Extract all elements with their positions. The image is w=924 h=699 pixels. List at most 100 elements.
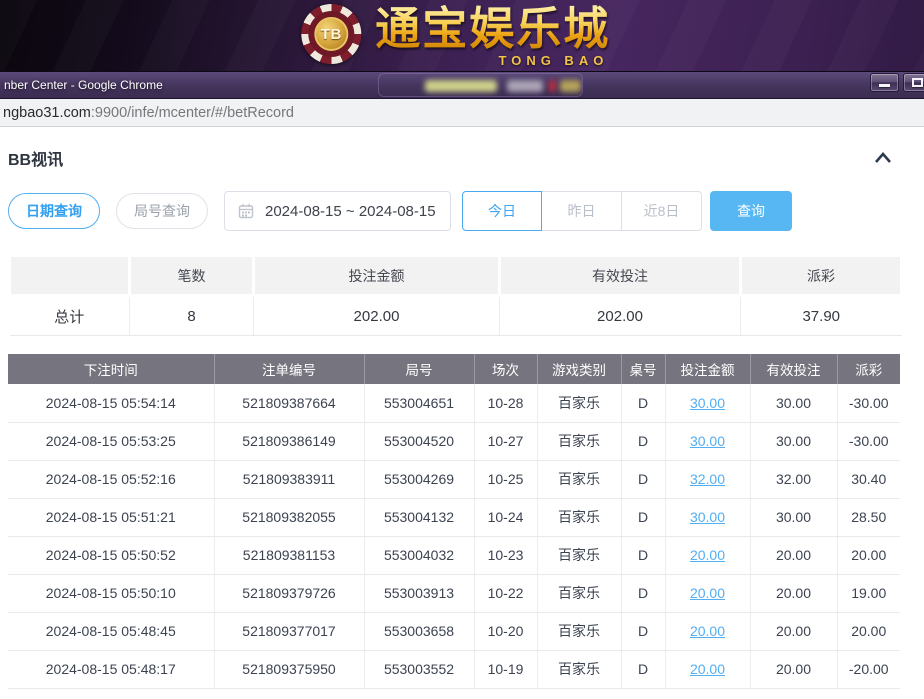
search-button[interactable]: 查询 [710,191,792,231]
bet-time-cell: 2024-08-15 05:53:25 [8,422,214,460]
game-type-cell: 百家乐 [537,612,621,650]
bet-record-table: 下注时间注单编号局号场次游戏类别桌号投注金额有效投注派彩 2024-08-15 … [8,354,900,689]
blurred-text-blob [507,80,543,92]
game-type-cell: 百家乐 [537,460,621,498]
column-header: 注单编号 [214,354,364,384]
bet-amount-link[interactable]: 30.00 [690,509,725,525]
bet-amount-link[interactable]: 30.00 [690,433,725,449]
tb-chip-icon: TB [301,4,361,64]
site-banner: TB 通宝娱乐城 TONG BAO [0,0,924,71]
bet-id-cell: 521809386149 [214,422,364,460]
summary-header-payout: 派彩 [741,256,902,296]
yesterday-button[interactable]: 昨日 [542,191,622,231]
bet-amount-cell: 20.00 [665,650,750,688]
session-cell: 10-28 [474,384,537,422]
game-type-cell: 百家乐 [537,422,621,460]
table-no-cell: D [621,574,665,612]
table-row: 2024-08-15 05:48:45521809377017553003658… [8,612,900,650]
bet-amount-link[interactable]: 20.00 [690,623,725,639]
game-type-cell: 百家乐 [537,498,621,536]
round-id-cell: 553004651 [364,384,474,422]
bet-amount-link[interactable]: 20.00 [690,661,725,677]
valid-bet-cell: 20.00 [750,536,837,574]
session-cell: 10-19 [474,650,537,688]
table-no-cell: D [621,498,665,536]
summary-header-valid-bet: 有效投注 [500,256,741,296]
window-titlebar: nber Center - Google Chrome [0,71,924,99]
column-header: 游戏类别 [537,354,621,384]
maximize-button[interactable] [903,73,924,92]
game-type-cell: 百家乐 [537,536,621,574]
blurred-text-blob [549,80,556,92]
bet-amount-link[interactable]: 32.00 [690,471,725,487]
bet-amount-link[interactable]: 20.00 [690,547,725,563]
table-no-cell: D [621,612,665,650]
summary-total-label: 总计 [10,296,130,336]
payout-cell: 28.50 [837,498,900,536]
quick-range-group: 今日 昨日 近8日 [462,191,702,231]
bet-amount-link[interactable]: 20.00 [690,585,725,601]
table-no-cell: D [621,536,665,574]
payout-cell: 19.00 [837,574,900,612]
summary-header-blank [10,256,130,296]
game-type-cell: 百家乐 [537,650,621,688]
bet-time-cell: 2024-08-15 05:48:45 [8,612,214,650]
column-header: 桌号 [621,354,665,384]
bet-amount-cell: 32.00 [665,460,750,498]
table-no-cell: D [621,650,665,688]
bet-amount-cell: 20.00 [665,536,750,574]
column-header: 场次 [474,354,537,384]
date-range-value: 2024-08-15 ~ 2024-08-15 [265,203,436,220]
bet-id-cell: 521809382055 [214,498,364,536]
game-type-cell: 百家乐 [537,384,621,422]
payout-cell: -20.00 [837,650,900,688]
payout-cell: -30.00 [837,384,900,422]
minimize-button[interactable] [870,73,899,92]
chip-core-label: TB [314,17,348,51]
bet-time-cell: 2024-08-15 05:50:52 [8,536,214,574]
summary-payout-value: 37.90 [741,296,902,336]
collapse-section-button[interactable] [872,149,894,167]
column-header: 投注金额 [665,354,750,384]
today-button[interactable]: 今日 [462,191,542,231]
summary-table: 笔数 投注金额 有效投注 派彩 总计 8 202.00 202.00 37.90 [8,254,903,336]
bet-id-cell: 521809387664 [214,384,364,422]
bet-amount-cell: 30.00 [665,384,750,422]
round-query-tab[interactable]: 局号查询 [116,193,208,229]
maximize-icon [912,78,923,87]
round-id-cell: 553004269 [364,460,474,498]
bet-id-cell: 521809383911 [214,460,364,498]
column-header: 局号 [364,354,474,384]
summary-bet-amount-value: 202.00 [254,296,500,336]
table-no-cell: D [621,422,665,460]
session-cell: 10-23 [474,536,537,574]
table-row: 2024-08-15 05:54:14521809387664553004651… [8,384,900,422]
bet-time-cell: 2024-08-15 05:51:21 [8,498,214,536]
table-row: 2024-08-15 05:51:21521809382055553004132… [8,498,900,536]
payout-cell: 20.00 [837,536,900,574]
bet-amount-cell: 20.00 [665,574,750,612]
payout-cell: -30.00 [837,422,900,460]
session-cell: 10-25 [474,460,537,498]
date-query-tab[interactable]: 日期查询 [8,193,100,229]
calendar-icon [238,203,254,219]
table-no-cell: D [621,384,665,422]
date-range-input[interactable]: 2024-08-15 ~ 2024-08-15 [224,191,451,231]
logo-subtitle: TONG BAO [498,53,608,68]
summary-header-bet-amount: 投注金额 [254,256,500,296]
valid-bet-cell: 30.00 [750,384,837,422]
bet-amount-link[interactable]: 30.00 [690,395,725,411]
bet-id-cell: 521809379726 [214,574,364,612]
bet-amount-cell: 20.00 [665,612,750,650]
bet-table-body: 2024-08-15 05:54:14521809387664553004651… [8,384,900,688]
column-header: 派彩 [837,354,900,384]
valid-bet-cell: 32.00 [750,460,837,498]
session-cell: 10-20 [474,612,537,650]
address-bar[interactable]: ngbao31.com:9900/infe/mcenter/#/betRecor… [0,99,924,127]
blurred-text-blob [425,80,497,92]
valid-bet-cell: 20.00 [750,650,837,688]
payout-cell: 30.40 [837,460,900,498]
table-row: 2024-08-15 05:50:10521809379726553003913… [8,574,900,612]
summary-count-value: 8 [130,296,254,336]
last-8-days-button[interactable]: 近8日 [622,191,702,231]
